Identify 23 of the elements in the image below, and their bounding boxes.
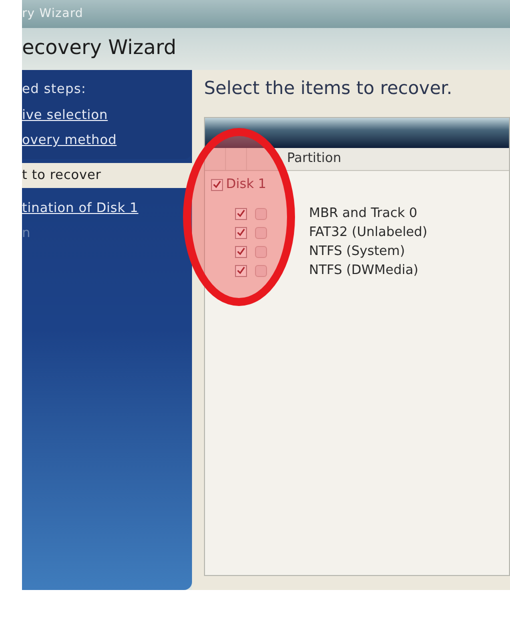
pending-step: n [22,221,192,246]
checkbox[interactable] [235,264,247,276]
partition-name: NTFS (System) [309,244,405,259]
column-header: Partition [286,150,342,168]
partition-name: MBR and Track 0 [309,206,418,221]
sidebar-heading: ed steps: [22,81,88,99]
disk-label: Disk 1 [226,177,266,192]
step-link[interactable]: tination of Disk 1 [22,196,192,221]
partition-name: FAT32 (Unlabeled) [309,225,428,240]
checkbox[interactable] [211,178,223,190]
partition-name: NTFS (DWMedia) [309,263,418,278]
window-title: ry Wizard [22,0,510,28]
step-link[interactable]: overy method [22,128,192,153]
checkbox[interactable] [235,246,247,258]
checkbox[interactable] [255,264,267,276]
checkbox[interactable] [255,226,267,238]
checkbox[interactable] [235,226,247,238]
checkbox[interactable] [255,246,267,258]
page-heading: Select the items to recover. [203,77,454,99]
current-step: t to recover [22,163,192,188]
step-link[interactable]: ive selection [22,103,192,128]
checkbox[interactable] [235,208,247,220]
checkbox[interactable] [255,208,267,220]
